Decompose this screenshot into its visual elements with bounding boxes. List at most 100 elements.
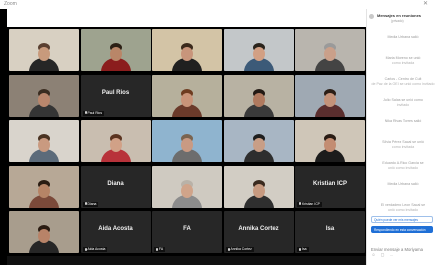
participant-display-name: Isa bbox=[325, 226, 335, 232]
microphone-icon bbox=[299, 202, 301, 205]
participant-name-label: Isa bbox=[297, 247, 309, 252]
participant-figure bbox=[29, 134, 59, 162]
chat-message-subtext: como invitada bbox=[391, 145, 415, 149]
participant-video-tile[interactable] bbox=[295, 29, 365, 71]
participant-name-label: Kristian ICP bbox=[297, 201, 322, 207]
participant-figure bbox=[29, 225, 59, 253]
chat-bubble-icon bbox=[369, 14, 374, 19]
participant-video-tile[interactable] bbox=[295, 74, 365, 117]
participant-face bbox=[252, 92, 265, 107]
participant-video-tile[interactable] bbox=[152, 29, 222, 71]
microphone-icon bbox=[84, 202, 87, 205]
chat-message-text: Carlos - Centro de Cult bbox=[384, 77, 422, 81]
participant-tile-camera-off[interactable]: Aida Acosta Aida Acosta bbox=[80, 211, 151, 253]
participant-figure bbox=[172, 88, 202, 117]
chat-toolbar: ☺ ▢ … bbox=[371, 252, 431, 258]
chat-header: Mensajes en reuniones (privado) bbox=[367, 11, 437, 25]
emoji-icon[interactable]: ☺ bbox=[371, 252, 376, 257]
participant-tile-camera-off[interactable]: Kristian ICP Kristian ICP bbox=[295, 165, 365, 208]
close-icon[interactable]: ✕ bbox=[423, 0, 428, 7]
participant-tile-camera-off[interactable]: Paul Rios Paul Rios bbox=[80, 74, 151, 117]
window-title: Zoom bbox=[4, 1, 17, 7]
participant-video-tile[interactable] bbox=[152, 74, 222, 117]
participant-face bbox=[252, 183, 265, 198]
chat-system-message: Julio Salas se unió como invitado bbox=[370, 98, 436, 108]
participant-figure bbox=[315, 134, 345, 162]
participant-figure bbox=[243, 179, 274, 208]
video-gallery-area: Paul Rios Paul Rios Diana Diana Kristian ICP… bbox=[7, 27, 366, 265]
participant-face bbox=[38, 47, 50, 61]
chat-header-title: Mensajes en reuniones bbox=[377, 13, 422, 18]
participant-video-tile[interactable] bbox=[9, 165, 79, 208]
participant-face bbox=[38, 229, 50, 243]
participant-display-name: Aida Acosta bbox=[98, 226, 133, 232]
recipient-option-selected[interactable]: Respondiendo en esta conversación bbox=[371, 226, 433, 233]
participant-display-name: Annika Cortez bbox=[238, 226, 279, 232]
participant-face bbox=[38, 138, 50, 152]
participant-face bbox=[181, 47, 193, 61]
chat-message-text: Media Urbana salió bbox=[387, 182, 419, 186]
chat-system-message: Carlos - Centro de Cult de Paz de la OEI … bbox=[370, 77, 436, 87]
participant-figure bbox=[315, 88, 345, 117]
participant-figure bbox=[29, 43, 59, 71]
participant-display-name: FA bbox=[183, 226, 191, 232]
microphone-icon bbox=[84, 247, 87, 251]
chat-message-subtext: unió como invitado bbox=[388, 208, 418, 212]
participant-tile-camera-off[interactable]: Isa Isa bbox=[295, 211, 365, 253]
microphone-icon bbox=[156, 247, 158, 251]
left-edge bbox=[0, 9, 7, 265]
participant-figure bbox=[172, 179, 202, 208]
participant-name: Isa bbox=[302, 247, 307, 251]
participant-video-tile[interactable] bbox=[9, 29, 79, 71]
participant-video-tile[interactable] bbox=[152, 120, 222, 162]
participant-video-tile[interactable] bbox=[295, 120, 365, 162]
participant-tile-camera-off[interactable]: Annika Cortez Annika Cortez bbox=[223, 211, 294, 253]
participant-figure bbox=[315, 43, 345, 71]
chat-system-message: El verdadero Leon Sacal se unió como invi… bbox=[370, 203, 436, 213]
chat-message-text: El verdadero Leon Sacal se bbox=[380, 203, 426, 207]
chat-system-message: Maria Moreno se unió como invitada bbox=[370, 56, 436, 66]
file-icon[interactable]: ▢ bbox=[380, 252, 385, 257]
participant-face bbox=[181, 138, 193, 152]
participant-tile-camera-off[interactable]: FA FA bbox=[152, 211, 222, 253]
microphone-icon bbox=[299, 247, 301, 251]
microphone-icon bbox=[84, 111, 87, 114]
zoom-window: Zoom ✕ Paul Rios Paul Rios Diana Diana Krist… bbox=[0, 0, 437, 265]
recipient-option[interactable]: Quién puede ver mis mensajes bbox=[371, 216, 433, 223]
participant-name: Diana bbox=[87, 201, 97, 206]
participant-name-label: Paul Rios bbox=[82, 110, 105, 116]
participant-figure bbox=[29, 88, 59, 117]
participant-name: Kristian ICP bbox=[302, 201, 320, 206]
participant-video-tile[interactable] bbox=[223, 74, 294, 117]
participant-face bbox=[324, 138, 336, 152]
participant-video-tile[interactable] bbox=[9, 120, 79, 162]
participant-name: Annika Cortez bbox=[230, 247, 252, 251]
chat-input-field[interactable]: Enviar mensaje a Moriyama bbox=[371, 238, 435, 252]
participant-face bbox=[38, 183, 50, 198]
chat-system-message: Nika Rivas Torres salió bbox=[370, 119, 436, 124]
participant-face bbox=[252, 47, 265, 61]
chat-system-message: Sílvia Pérez Sacal se unió como invitada bbox=[370, 140, 436, 150]
participant-video-tile[interactable] bbox=[80, 29, 151, 71]
chat-header-subtitle: (privado) bbox=[391, 19, 404, 23]
participant-video-tile[interactable] bbox=[9, 211, 79, 253]
participant-video-tile[interactable] bbox=[80, 120, 151, 162]
participant-figure bbox=[172, 43, 202, 71]
participant-tile-camera-off[interactable]: Diana Diana bbox=[80, 165, 151, 208]
participant-figure bbox=[100, 43, 131, 71]
participant-video-tile[interactable] bbox=[223, 165, 294, 208]
participant-video-tile[interactable] bbox=[223, 29, 294, 71]
participant-display-name: Paul Rios bbox=[101, 89, 130, 96]
chat-message-text: Maria Moreno se unió bbox=[385, 56, 421, 60]
participant-figure bbox=[172, 134, 202, 162]
chat-system-message: Media Urbana salió bbox=[370, 182, 436, 187]
participant-video-tile[interactable] bbox=[152, 165, 222, 208]
participant-face bbox=[324, 47, 336, 61]
participant-face bbox=[252, 138, 265, 152]
chat-panel: Mensajes en reuniones (privado) Media Ur… bbox=[366, 9, 437, 265]
chat-message-subtext: invitado bbox=[396, 103, 410, 107]
participant-video-tile[interactable] bbox=[223, 120, 294, 162]
participant-name-label: Aida Acosta bbox=[82, 247, 108, 252]
participant-video-tile[interactable] bbox=[9, 74, 79, 117]
more-icon[interactable]: … bbox=[389, 252, 394, 257]
